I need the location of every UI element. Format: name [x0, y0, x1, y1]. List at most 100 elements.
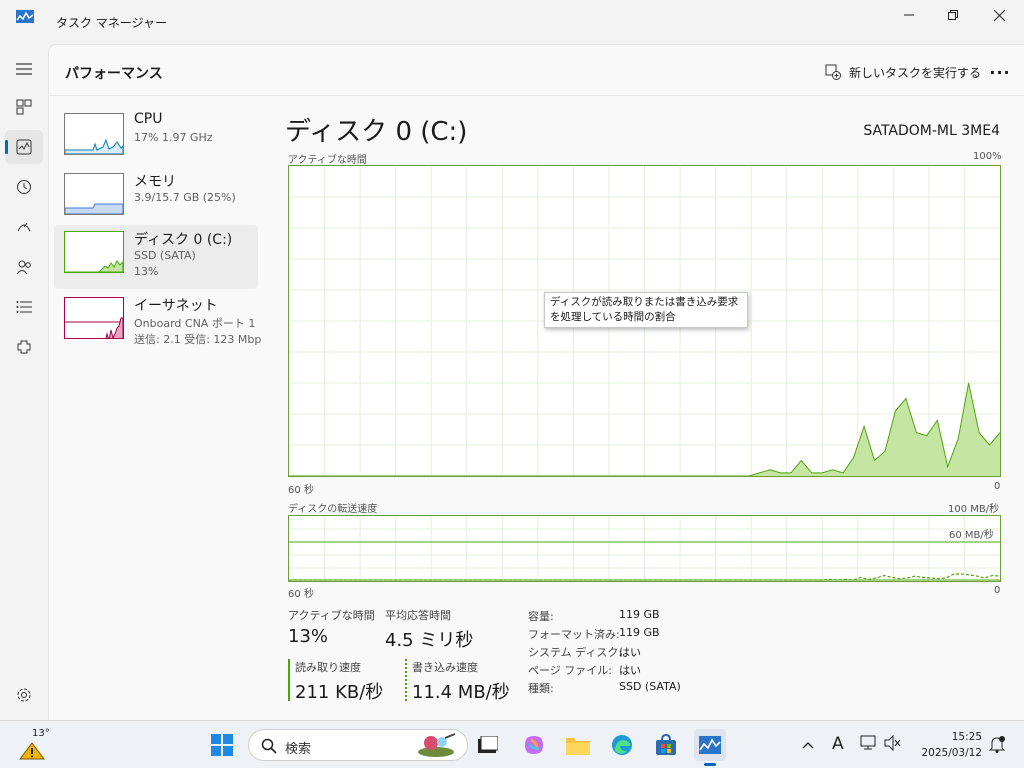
disk-card-title: ディスク 0 (C:): [134, 232, 233, 248]
memory-usage: 3.9/15.7 GB (25%): [134, 191, 236, 204]
taskbar-store[interactable]: [650, 729, 682, 761]
weather-temp: 13°: [32, 728, 50, 739]
app-history-icon: [17, 180, 31, 194]
processes-icon: [16, 99, 32, 115]
file-explorer-icon: [478, 736, 498, 753]
disk-model: SATADOM-ML 3ME4: [863, 123, 1000, 139]
performance-icon: [16, 139, 32, 155]
window-title: タスク マネージャー: [56, 16, 167, 30]
type-label: 種類:: [528, 682, 554, 695]
cpu-usage: 17% 1.97 GHz: [134, 131, 213, 144]
transfer-end-label: 0: [994, 585, 1001, 596]
system-disk-label: システム ディスク:: [528, 646, 623, 659]
active-time-start-label: 60 秒: [288, 485, 314, 496]
active-time-stat-value: 13%: [288, 626, 329, 647]
restore-button[interactable]: [930, 0, 976, 30]
notifications-button[interactable]: [988, 735, 1006, 756]
active-time-end-label: 0: [994, 481, 1001, 492]
show-hidden-icons-button[interactable]: [798, 733, 818, 757]
response-time-label: 平均応答時間: [385, 609, 451, 622]
ime-indicator[interactable]: A: [832, 734, 844, 754]
ethernet-title: イーサネット: [134, 298, 218, 314]
run-new-task-button[interactable]: 新しいタスクを実行する: [825, 57, 981, 87]
close-icon: [993, 9, 1005, 21]
search-box[interactable]: 検索: [248, 729, 468, 761]
disk-thumbnail: [64, 231, 124, 273]
nav-processes[interactable]: [5, 90, 43, 124]
taskbar-edge[interactable]: [606, 729, 638, 761]
edge-icon: [612, 735, 632, 755]
nav-details[interactable]: [5, 290, 43, 324]
folder-icon: [566, 738, 590, 755]
memory-thumbnail: [64, 173, 124, 215]
resource-card-disk[interactable]: ディスク 0 (C:) SSD (SATA) 13%: [54, 225, 258, 289]
weather-icon: [19, 742, 45, 760]
memory-mini-graph: [65, 203, 123, 214]
header-divider: [49, 95, 1024, 96]
cpu-title: CPU: [134, 111, 163, 127]
transfer-reference-label: 60 MB/秒: [949, 530, 994, 541]
more-button[interactable]: ···: [985, 57, 1015, 87]
resource-card-cpu[interactable]: CPU 17% 1.97 GHz: [54, 107, 258, 171]
write-speed-value: 11.4 MB/秒: [412, 682, 510, 703]
title-bar: タスク マネージャー: [0, 0, 1024, 44]
task-manager-icon: [699, 736, 721, 754]
notification-bell-icon: [988, 736, 1006, 753]
search-highlight-icon: [418, 733, 456, 757]
read-speed-label: 読み取り速度: [295, 661, 361, 674]
ethernet-mini-graph: [65, 317, 123, 338]
store-icon: [656, 734, 676, 755]
main-content: パフォーマンス 新しいタスクを実行する ··· CPU 17% 1.97 GHz…: [48, 44, 1024, 720]
clock-time: 15:25: [951, 731, 982, 743]
disk-usage: 13%: [134, 265, 159, 278]
taskbar-copilot[interactable]: [518, 729, 550, 761]
active-time-stat-label: アクティブな時間: [288, 609, 375, 622]
chevron-up-icon: [802, 742, 814, 749]
nav-settings[interactable]: [5, 678, 43, 712]
read-speed-value: 211 KB/秒: [295, 682, 384, 703]
weather-widget[interactable]: 13°: [14, 727, 50, 763]
transfer-graph-label: ディスクの転送速度: [288, 504, 378, 515]
clock-date: 2025/03/12: [921, 747, 982, 759]
page-file-value: はい: [619, 664, 641, 677]
volume-muted-icon: [884, 734, 901, 752]
page-title: パフォーマンス: [65, 66, 163, 82]
formatted-label: フォーマット済み:: [528, 628, 620, 641]
cpu-mini-graph: [65, 138, 123, 154]
taskbar: 13° 検索 A 15:25 2025/03/12: [0, 720, 1024, 768]
nav-app-history[interactable]: [5, 170, 43, 204]
close-button[interactable]: [976, 0, 1022, 30]
taskbar-task-manager[interactable]: [694, 729, 726, 766]
taskbar-app-1[interactable]: [472, 729, 504, 761]
minimize-button[interactable]: [886, 0, 932, 30]
startup-apps-icon: [17, 222, 31, 232]
restore-icon: [948, 10, 958, 20]
volume-button[interactable]: [884, 734, 902, 754]
transfer-start-label: 60 秒: [288, 589, 314, 600]
run-task-label: 新しいタスクを実行する: [849, 65, 982, 80]
navigation-rail: [0, 44, 48, 720]
start-button[interactable]: [206, 729, 238, 761]
nav-startup-apps[interactable]: [5, 210, 43, 244]
users-icon: [16, 260, 31, 275]
nav-users[interactable]: [5, 250, 43, 284]
resource-card-ethernet[interactable]: イーサネット Onboard CNA ポート 1 送信: 2.1 受信: 123…: [54, 291, 261, 355]
settings-icon: [17, 688, 31, 702]
hamburger-button[interactable]: [5, 52, 43, 86]
write-speed-label: 書き込み速度: [412, 661, 478, 674]
transfer-max-label: 100 MB/秒: [948, 504, 1000, 515]
response-time-value: 4.5 ミリ秒: [385, 630, 474, 651]
taskbar-folder[interactable]: [562, 729, 594, 761]
resource-card-memory[interactable]: メモリ 3.9/15.7 GB (25%): [54, 167, 258, 231]
services-icon: [17, 340, 31, 354]
active-app-indicator: [704, 763, 716, 766]
nav-performance[interactable]: [5, 130, 43, 164]
transfer-rate-graph: [288, 515, 1001, 582]
active-time-graph-label: アクティブな時間: [288, 155, 367, 166]
network-icon: [860, 735, 876, 750]
copilot-icon: [525, 736, 543, 754]
clock[interactable]: 15:25 2025/03/12: [912, 727, 986, 763]
nav-services[interactable]: [5, 330, 43, 364]
network-button[interactable]: [860, 735, 878, 754]
ethernet-adapter: Onboard CNA ポート 1: [134, 317, 256, 330]
